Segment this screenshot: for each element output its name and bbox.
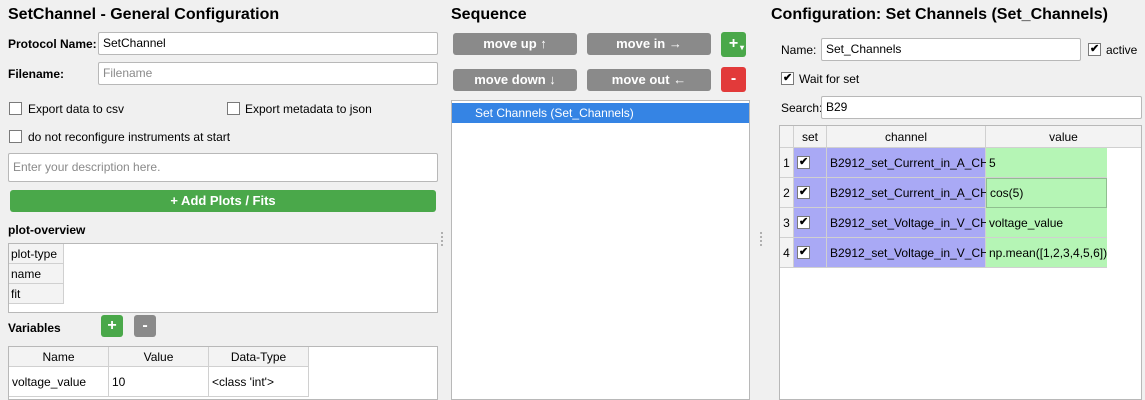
channel-cell[interactable]: B2912_set_Voltage_in_V_CH2 bbox=[827, 238, 995, 268]
variables-title: Variables bbox=[8, 321, 61, 335]
name-input[interactable]: Set_Channels bbox=[821, 38, 1081, 61]
export-json-checkbox[interactable] bbox=[227, 102, 240, 115]
value-cell[interactable]: 5 bbox=[986, 148, 1107, 178]
channels-table: set channel value 1 B2912_set_Current_in… bbox=[779, 125, 1142, 400]
variable-type-cell[interactable]: <class 'int'> bbox=[209, 367, 309, 397]
set-cell[interactable] bbox=[794, 238, 827, 268]
variables-header-type[interactable]: Data-Type bbox=[209, 347, 309, 367]
wait-for-set-checkbox[interactable] bbox=[781, 71, 794, 85]
add-step-label: + bbox=[728, 35, 739, 52]
no-reconfigure-checkbox[interactable] bbox=[9, 130, 22, 143]
dropdown-arrow-icon: ▾ bbox=[739, 43, 744, 52]
value-cell[interactable]: cos(5) bbox=[986, 178, 1107, 208]
protocol-name-input[interactable]: SetChannel bbox=[98, 32, 438, 55]
set-cell[interactable] bbox=[794, 148, 827, 178]
set-cell[interactable] bbox=[794, 178, 827, 208]
channel-cell[interactable]: B2912_set_Current_in_A_CH2 bbox=[827, 178, 995, 208]
wait-for-set-label: Wait for set bbox=[799, 72, 860, 86]
search-input[interactable]: B29 bbox=[821, 96, 1142, 119]
plot-row-header: plot-type bbox=[9, 244, 64, 264]
header-set[interactable]: set bbox=[794, 126, 827, 148]
export-csv-checkbox[interactable] bbox=[9, 102, 22, 115]
variables-table: Name Value Data-Type voltage_value 10 <c… bbox=[8, 346, 438, 400]
set-checkbox[interactable] bbox=[797, 185, 810, 199]
variables-header-name[interactable]: Name bbox=[9, 347, 109, 367]
row-number: 4 bbox=[780, 238, 794, 268]
export-csv-label: Export data to csv bbox=[28, 102, 125, 116]
move-in-button[interactable]: move in → bbox=[587, 33, 711, 55]
add-step-button[interactable]: + ▾ bbox=[721, 32, 746, 57]
set-checkbox[interactable] bbox=[797, 155, 810, 169]
channel-cell[interactable]: B2912_set_Current_in_A_CH1 bbox=[827, 148, 995, 178]
splitter-handle[interactable] bbox=[441, 232, 443, 246]
value-cell[interactable]: np.mean([1,2,3,4,5,6]) bbox=[986, 238, 1107, 268]
variable-value-cell[interactable]: 10 bbox=[109, 367, 209, 397]
no-reconfigure-label: do not reconfigure instruments at start bbox=[28, 130, 231, 144]
plot-row-header: name bbox=[9, 264, 64, 284]
header-channel[interactable]: channel bbox=[827, 126, 986, 148]
plot-row-header: fit bbox=[9, 284, 64, 304]
row-number: 1 bbox=[780, 148, 794, 178]
variable-name-cell[interactable]: voltage_value bbox=[9, 367, 109, 397]
add-variable-button[interactable]: + bbox=[101, 315, 123, 337]
name-label: Name: bbox=[781, 43, 817, 57]
move-up-button[interactable]: move up ↑ bbox=[453, 33, 577, 55]
search-label: Search: bbox=[781, 101, 823, 115]
protocol-name-label: Protocol Name: bbox=[8, 37, 97, 51]
active-checkbox[interactable] bbox=[1088, 42, 1101, 56]
row-number: 2 bbox=[780, 178, 794, 208]
config-title: Configuration: Set Channels (Set_Channel… bbox=[771, 6, 1108, 23]
row-number: 3 bbox=[780, 208, 794, 238]
active-label: active bbox=[1106, 43, 1138, 57]
set-checkbox[interactable] bbox=[797, 245, 810, 259]
plot-overview-table: plot-type name fit bbox=[8, 243, 438, 313]
value-cell[interactable]: voltage_value bbox=[986, 208, 1107, 238]
add-plots-button[interactable]: + Add Plots / Fits bbox=[10, 190, 436, 212]
export-json-label: Export metadata to json bbox=[245, 102, 372, 116]
plot-overview-title: plot-overview bbox=[8, 223, 86, 237]
description-input[interactable]: Enter your description here. bbox=[8, 153, 438, 182]
general-config-title: SetChannel - General Configuration bbox=[8, 6, 280, 23]
filename-input[interactable]: Filename bbox=[98, 62, 438, 85]
splitter-handle[interactable] bbox=[760, 232, 762, 246]
filename-label: Filename: bbox=[8, 67, 65, 81]
sequence-tree: Set Channels (Set_Channels) bbox=[451, 100, 750, 400]
remove-step-button[interactable]: - bbox=[721, 67, 746, 92]
set-cell[interactable] bbox=[794, 208, 827, 238]
move-down-button[interactable]: move down ↓ bbox=[453, 69, 577, 91]
channel-cell[interactable]: B2912_set_Voltage_in_V_CH1 bbox=[827, 208, 995, 238]
variables-header-value[interactable]: Value bbox=[109, 347, 209, 367]
header-value[interactable]: value bbox=[986, 126, 1141, 148]
sequence-title: Sequence bbox=[451, 6, 527, 23]
set-checkbox[interactable] bbox=[797, 215, 810, 229]
move-out-button[interactable]: move out ← bbox=[587, 69, 711, 91]
corner-cell bbox=[780, 126, 794, 148]
remove-variable-button[interactable]: - bbox=[134, 315, 156, 337]
sequence-item[interactable]: Set Channels (Set_Channels) bbox=[452, 103, 749, 123]
